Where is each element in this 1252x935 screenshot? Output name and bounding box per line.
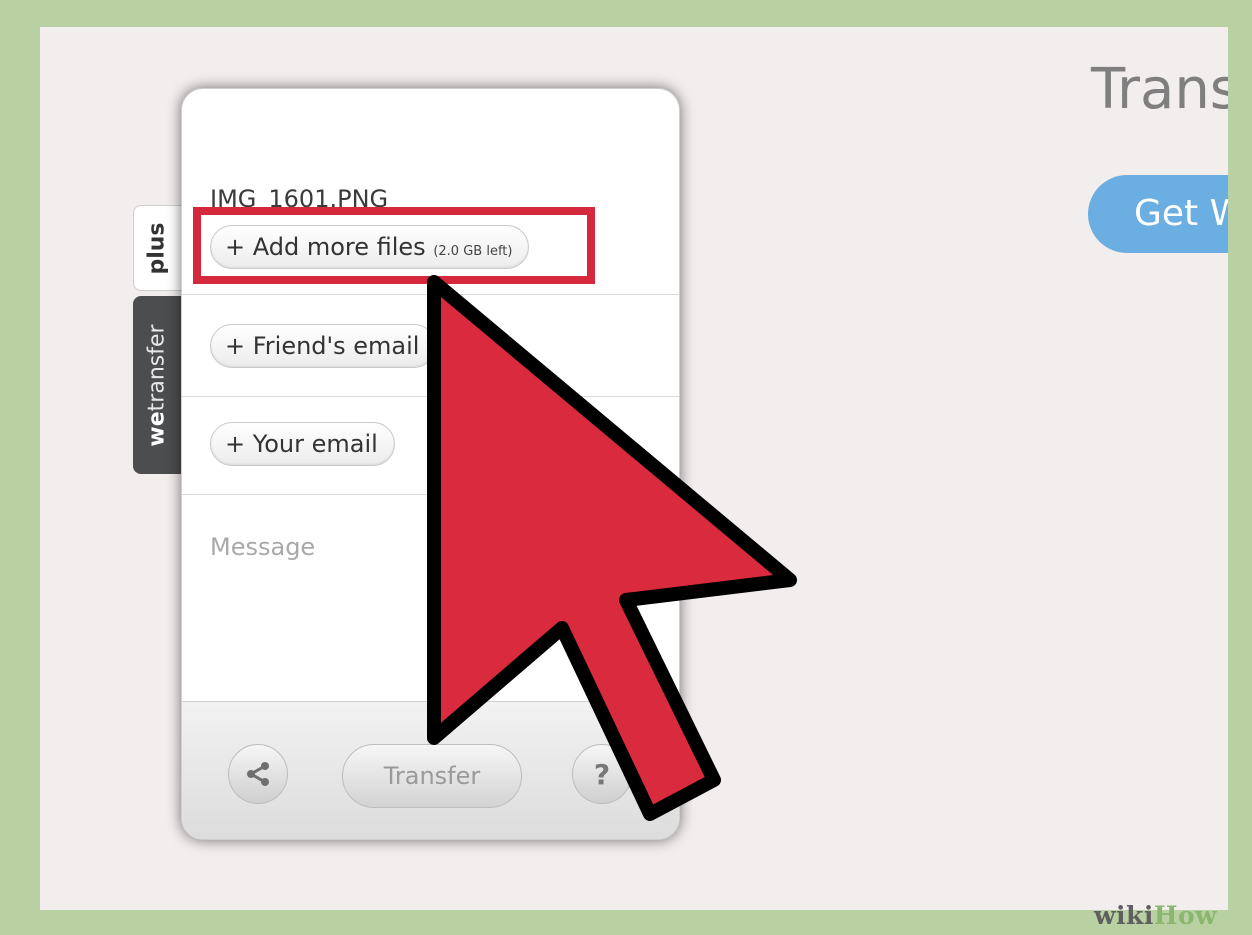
your-email-field[interactable]: + Your email [210, 422, 395, 466]
brand-prefix: we [144, 410, 170, 447]
divider [182, 494, 679, 495]
share-button[interactable] [228, 744, 288, 804]
message-field[interactable]: Message [210, 533, 315, 561]
wikihow-watermark: wikiHow [1094, 901, 1217, 930]
help-button[interactable]: ? [572, 744, 632, 804]
divider [182, 396, 679, 397]
get-wetransfer-button[interactable]: Get W [1088, 175, 1228, 253]
watermark-wiki: wiki [1094, 901, 1154, 930]
brand-suffix: transfer [144, 323, 170, 411]
friends-email-field[interactable]: + Friend's email [210, 324, 437, 368]
panel-footer: Transfer ? [182, 701, 679, 839]
share-icon [247, 762, 269, 786]
tab-wetransfer-label: wetransfer [145, 324, 170, 446]
tab-plus-label: plus [145, 221, 171, 275]
tab-plus[interactable]: plus [133, 205, 181, 291]
page-heading: Trans [1091, 57, 1228, 122]
divider [182, 294, 679, 295]
watermark-how: How [1153, 901, 1218, 930]
highlight-frame [193, 207, 595, 284]
transfer-panel: IMG_1601.PNG + Add more files (2.0 GB le… [181, 88, 680, 840]
transfer-button[interactable]: Transfer [342, 744, 522, 808]
tab-wetransfer[interactable]: wetransfer [133, 296, 181, 474]
